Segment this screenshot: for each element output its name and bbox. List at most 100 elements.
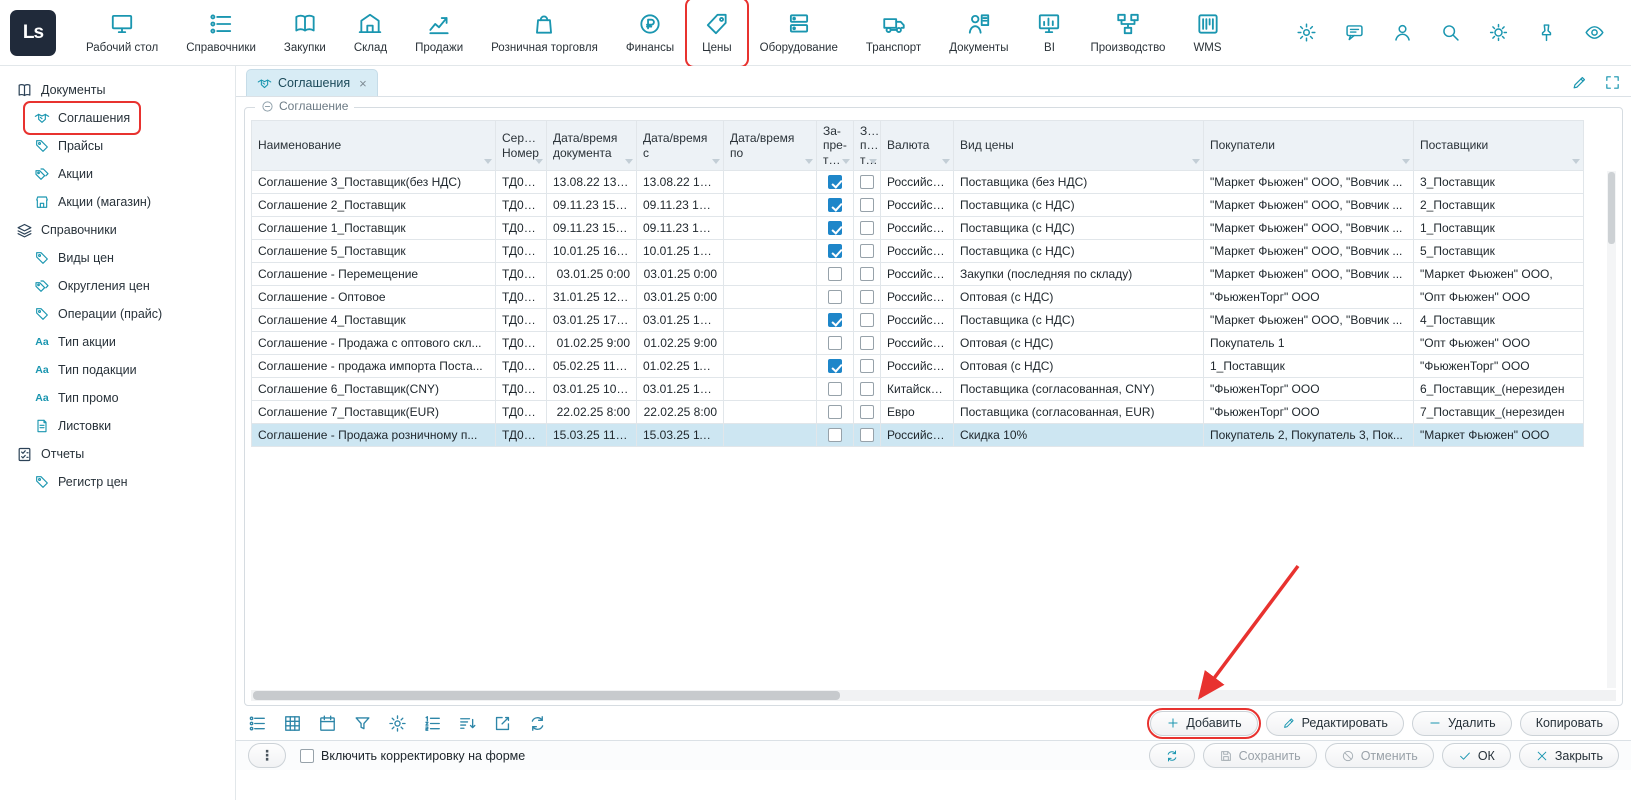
correction-checkbox[interactable] [300,749,314,763]
sidebar-item-agreements[interactable]: Соглашения [26,104,138,132]
sidebar-item-promos-store[interactable]: Акции (магазин) [26,188,159,216]
eye-icon[interactable] [1584,22,1605,43]
forbid-checkbox[interactable] [860,290,874,304]
forbid-checkbox[interactable] [860,244,874,258]
save-button[interactable]: Сохранить [1203,743,1317,768]
forbid-checkbox[interactable] [828,175,842,189]
vertical-scrollbar[interactable] [1607,171,1616,688]
copy-button[interactable]: Копировать [1520,711,1619,736]
pin-icon[interactable] [1536,22,1557,43]
tab-agreements[interactable]: Соглашения × [246,69,378,96]
delete-button[interactable]: Удалить [1412,711,1512,736]
column-header-forbid_1[interactable]: За- пре- тит... [817,121,854,171]
ribbon-item-sales[interactable]: Продажи [401,0,477,65]
ribbon-item-equipment[interactable]: Оборудование [746,0,852,65]
fullscreen-icon[interactable] [1604,74,1621,91]
table-row[interactable]: Соглашение 3_Поставщик(без НДС)ТД000...1… [252,171,1584,194]
ribbon-item-warehouse[interactable]: Склад [340,0,401,65]
forbid-checkbox[interactable] [828,244,842,258]
ribbon-item-retail[interactable]: Розничная торговля [477,0,612,65]
column-header-price_type[interactable]: Вид цены [954,121,1204,171]
view-list-icon[interactable] [248,714,267,733]
column-header-series[interactable]: Серия/ Номер [496,121,547,171]
table-row[interactable]: Соглашение - ПеремещениеТД000...03.01.25… [252,263,1584,286]
tab-close-icon[interactable]: × [359,77,367,90]
column-header-datetime_from[interactable]: Дата/время с [637,121,724,171]
cancel-button[interactable]: Отменить [1325,743,1434,768]
horizontal-scrollbar[interactable] [251,690,1616,701]
sidebar-item-price-register[interactable]: Регистр цен [26,468,136,496]
table-row[interactable]: Соглашение 6_Поставщик(CNY)ТД000...03.01… [252,378,1584,401]
sort-desc-icon[interactable] [458,714,477,733]
forbid-checkbox[interactable] [828,382,842,396]
sidebar-item-promos[interactable]: Акции [26,160,101,188]
table-row[interactable]: Соглашение - Продажа розничному п...ТД00… [252,424,1584,447]
forbid-checkbox[interactable] [828,336,842,350]
column-header-forbid_2[interactable]: За- пре- тит... [854,121,881,171]
ribbon-item-finance[interactable]: Финансы [612,0,688,65]
form-correction-toggle[interactable]: Включить корректировку на форме [300,749,525,763]
table-row[interactable]: Соглашение - Продажа с оптового скл...ТД… [252,332,1584,355]
sidebar-item-sub-promo-type[interactable]: AaТип подакции [26,356,145,384]
view-grid-icon[interactable] [283,714,302,733]
ribbon-item-bi[interactable]: BI [1022,0,1076,65]
forbid-checkbox[interactable] [860,382,874,396]
sidebar-group-catalogs[interactable]: Справочники [8,216,125,244]
forbid-checkbox[interactable] [860,428,874,442]
filter-icon[interactable] [353,714,372,733]
forbid-checkbox[interactable] [860,405,874,419]
sidebar-item-price-operations[interactable]: Операции (прайс) [26,300,170,328]
ribbon-item-transport[interactable]: Транспорт [852,0,935,65]
external-icon[interactable] [493,714,512,733]
sidebar-item-leaflets[interactable]: Листовки [26,412,119,440]
forbid-checkbox[interactable] [828,221,842,235]
forbid-checkbox[interactable] [828,198,842,212]
refresh-button[interactable] [1149,743,1195,768]
column-header-datetime_to[interactable]: Дата/время по [724,121,817,171]
column-header-currency[interactable]: Валюта [881,121,954,171]
sidebar-item-price-lists[interactable]: Прайсы [26,132,111,160]
forbid-checkbox[interactable] [860,221,874,235]
ok-button[interactable]: ОК [1442,743,1511,768]
edit-pencil-icon[interactable] [1571,74,1588,91]
column-header-suppliers[interactable]: Поставщики [1414,121,1584,171]
gear-icon[interactable] [388,714,407,733]
collapse-icon[interactable] [261,100,274,113]
table-row[interactable]: Соглашение 1_ПоставщикТД000...09.11.23 1… [252,217,1584,240]
calendar-icon[interactable] [318,714,337,733]
table-row[interactable]: Соглашение 7_Поставщик(EUR)ТД000...22.02… [252,401,1584,424]
sidebar-item-promo-kind[interactable]: AaТип промо [26,384,127,412]
sync-icon[interactable] [528,714,547,733]
forbid-checkbox[interactable] [828,405,842,419]
forbid-checkbox[interactable] [828,267,842,281]
table-row[interactable]: Соглашение 2_ПоставщикТД000...09.11.23 1… [252,194,1584,217]
table-row[interactable]: Соглашение 5_ПоставщикТД000...10.01.25 1… [252,240,1584,263]
search-icon[interactable] [1440,22,1461,43]
forbid-checkbox[interactable] [828,313,842,327]
ribbon-item-production[interactable]: Производство [1076,0,1179,65]
table-row[interactable]: Соглашение 4_ПоставщикТД000...03.01.25 1… [252,309,1584,332]
vertical-scrollbar-thumb[interactable] [1608,172,1615,244]
forbid-checkbox[interactable] [860,359,874,373]
person-icon[interactable] [1392,22,1413,43]
table-row[interactable]: Соглашение - ОптовоеТД000...31.01.25 12:… [252,286,1584,309]
sidebar-group-reports[interactable]: Отчеты [8,440,92,468]
ribbon-item-desktop[interactable]: Рабочий стол [72,0,172,65]
column-header-name[interactable]: Наименование [252,121,496,171]
ribbon-item-prices[interactable]: Цены [688,0,746,65]
app-logo[interactable]: Ls [10,10,56,56]
forbid-checkbox[interactable] [828,359,842,373]
forbid-checkbox[interactable] [860,198,874,212]
edit-button[interactable]: Редактировать [1266,711,1404,736]
column-header-buyers[interactable]: Покупатели [1204,121,1414,171]
sidebar-item-price-types[interactable]: Виды цен [26,244,122,272]
add-button[interactable]: Добавить [1150,711,1257,736]
close-button[interactable]: Закрыть [1519,743,1619,768]
sidebar-item-price-rounding[interactable]: Округления цен [26,272,158,300]
table-row[interactable]: Соглашение - продажа импорта Поста...ТД0… [252,355,1584,378]
sidebar-group-documents[interactable]: Документы [8,76,113,104]
forbid-checkbox[interactable] [860,267,874,281]
forbid-checkbox[interactable] [860,336,874,350]
ribbon-item-wms[interactable]: WMS [1179,0,1235,65]
ribbon-item-catalogs[interactable]: Справочники [172,0,270,65]
